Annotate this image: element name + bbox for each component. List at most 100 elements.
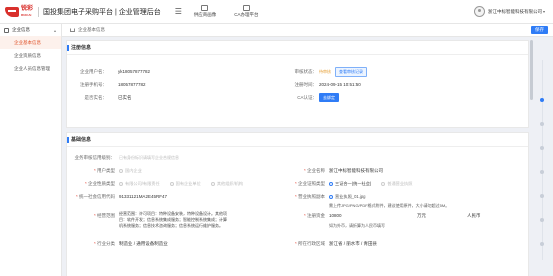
license-option-label: 三证合一(统一社会) bbox=[335, 180, 372, 186]
sidebar-group-label: 企业信息 bbox=[12, 27, 30, 32]
section-title: 基础信息 bbox=[67, 133, 528, 147]
user-name[interactable]: 浙江中标智能科技有限公司 bbox=[488, 9, 542, 15]
sidebar-item-basic-info[interactable]: 企业基本信息 bbox=[0, 36, 61, 49]
role-input[interactable]: 已有身份标识请填写企业合规信息 bbox=[119, 155, 179, 161]
capital-unit: 万元 bbox=[417, 213, 426, 218]
nature-option-1[interactable]: 有限公司/有限责任 bbox=[119, 181, 160, 187]
license-type-option-1[interactable]: 三证合一(统一社会) bbox=[329, 181, 371, 187]
account-value: yk18057877782 bbox=[118, 69, 151, 74]
credit-code-label: 统一社会信用代码 bbox=[79, 193, 115, 199]
bind-ca-button[interactable]: 去绑定 bbox=[319, 93, 339, 102]
breadcrumb: 企业基本信息 保存 bbox=[62, 24, 553, 37]
phone-label: 注册手机号： bbox=[80, 81, 107, 87]
radio-icon bbox=[119, 168, 123, 173]
register-time-label: 注册时间： bbox=[294, 81, 318, 87]
profile-icon bbox=[201, 5, 209, 11]
scrollbar[interactable] bbox=[530, 40, 533, 100]
identity-value: 已实名 bbox=[118, 94, 132, 100]
chevron-up-icon: ▴ bbox=[53, 27, 56, 33]
nav-label: CA办理平台 bbox=[234, 12, 259, 17]
anchor-dot-6[interactable] bbox=[540, 218, 544, 222]
user-type-value: 国内企业 bbox=[125, 167, 142, 173]
anchor-dot-basic[interactable] bbox=[540, 122, 544, 126]
logo-mark-icon bbox=[5, 6, 19, 17]
credit-code-value[interactable]: 91331121MA2E45RF47 bbox=[119, 194, 167, 199]
radio-icon bbox=[169, 181, 174, 186]
user-type-label: 用户类型 bbox=[97, 167, 115, 173]
identity-label: 是否实名： bbox=[84, 94, 108, 100]
nature-option-3[interactable]: 其他组织/机构 bbox=[210, 180, 244, 187]
avatar[interactable] bbox=[473, 6, 485, 17]
chevron-down-icon[interactable]: ▾ bbox=[543, 9, 545, 14]
building-icon bbox=[4, 27, 9, 33]
license-file-link[interactable]: 营业执照_01.jpg bbox=[335, 194, 366, 200]
register-time-value: 2024-09-15 10:51:50 bbox=[319, 82, 361, 87]
system-title: 国投集团电子采购平台 | 企业管理后台 bbox=[38, 6, 161, 17]
license-option-label: 普通营业执照 bbox=[387, 180, 413, 186]
radio-icon bbox=[210, 181, 215, 186]
user-menu[interactable]: 浙江中标智能科技有限公司 ▾ bbox=[473, 6, 545, 17]
radio-icon bbox=[381, 181, 386, 186]
section-title: 注册信息 bbox=[67, 41, 528, 55]
capital-note: 如为外币，请折算为人民币填写 bbox=[329, 223, 385, 228]
certificate-icon bbox=[242, 5, 250, 11]
anchor-rail-line bbox=[541, 60, 543, 260]
region-label: 所在行政区域 bbox=[298, 240, 325, 246]
home-icon[interactable] bbox=[70, 28, 75, 32]
phone-value: 18057877782 bbox=[118, 82, 146, 87]
anchor-dot-4[interactable] bbox=[540, 170, 544, 174]
top-header: 锐彩 RUICAI 国投集团电子采购平台 | 企业管理后台 ☰ 供应商画像 CA… bbox=[0, 0, 553, 24]
nav-ca-platform[interactable]: CA办理平台 bbox=[234, 5, 259, 18]
sidebar-group-enterprise[interactable]: 企业信息 ▴ bbox=[0, 24, 61, 36]
industry-label: 行业分类 bbox=[97, 240, 115, 246]
top-nav: 供应商画像 CA办理平台 bbox=[194, 5, 277, 18]
radio-icon bbox=[119, 181, 123, 186]
view-review-records-button[interactable]: 查看审核记录 bbox=[335, 66, 367, 77]
license-type-label: 企业证照类型 bbox=[298, 180, 325, 186]
nature-option-label: 其他组织/机构 bbox=[216, 180, 244, 186]
anchor-dot-5[interactable] bbox=[540, 194, 544, 198]
nav-label: 供应商画像 bbox=[193, 12, 217, 17]
ca-label: CA认证： bbox=[297, 94, 317, 100]
anchor-dot-7[interactable] bbox=[540, 242, 544, 246]
basic-info-card: 基础信息 业务审核信用级别： 已有身份标识请填写企业合规信息 * 用户类型 国内… bbox=[66, 132, 529, 276]
industry-select[interactable]: 制造业 / 通用设备制造业 bbox=[119, 241, 168, 247]
license-type-option-2[interactable]: 普通营业执照 bbox=[381, 181, 412, 187]
nature-option-2[interactable]: 国有企业单位 bbox=[169, 180, 201, 187]
registered-capital-label: 注册资金 bbox=[307, 213, 325, 218]
review-status-badge: 待审核 bbox=[319, 68, 331, 74]
nature-option-label: 有限公司/有限责任 bbox=[125, 180, 160, 186]
section-anchor-rail bbox=[538, 60, 546, 260]
logo-text: 锐彩 RUICAI bbox=[21, 6, 33, 18]
nature-option-label: 国有企业单位 bbox=[175, 180, 201, 186]
main-content: 注册信息 企业用户名： yk18057877782 审核状态： 待审核 查看审核… bbox=[66, 40, 529, 276]
save-button[interactable]: 保存 bbox=[531, 26, 548, 34]
capital-currency-select[interactable]: 人民币 bbox=[467, 213, 481, 219]
license-file-note: 需上传JPG/PNG/PDF格式附件，建议使用原件，大小请勿超过5M。 bbox=[329, 203, 450, 208]
anchor-dot-3[interactable] bbox=[540, 146, 544, 150]
license-file-label: 营业执照副本 bbox=[298, 193, 325, 199]
business-scope-label: 经营范围 bbox=[97, 213, 115, 218]
user-type-radio[interactable]: 国内企业 bbox=[119, 168, 142, 174]
brand-logo: 锐彩 RUICAI bbox=[5, 6, 33, 18]
logo-name: 锐彩 bbox=[21, 5, 34, 12]
sidebar-item-personnel[interactable]: 企业人员信息管理 bbox=[0, 62, 61, 75]
nav-supplier-profile[interactable]: 供应商画像 bbox=[193, 5, 217, 18]
menu-toggle-icon[interactable]: ☰ bbox=[175, 7, 182, 16]
sidebar-item-qualification[interactable]: 企业资质信息 bbox=[0, 49, 61, 62]
breadcrumb-current: 企业基本信息 bbox=[78, 27, 105, 32]
sidebar: 企业信息 ▴ 企业基本信息 企业资质信息 企业人员信息管理 bbox=[0, 24, 62, 276]
business-scope-textarea[interactable]: 经营范围：许可项目：特种设备安装，特种设备设计。其他项目：软件开发；信息系统集成… bbox=[119, 211, 229, 229]
region-select[interactable]: 浙江省 / 丽水市 / 青田县 bbox=[329, 241, 377, 247]
radio-icon bbox=[329, 194, 333, 199]
anchor-dot-register[interactable] bbox=[540, 98, 544, 102]
registered-capital-input[interactable]: 10800 bbox=[329, 213, 342, 218]
review-status-label: 审核状态： bbox=[294, 68, 318, 74]
company-name-label: 企业名称 bbox=[307, 167, 325, 173]
company-name-value[interactable]: 浙江中标智能科技有限公司 bbox=[329, 168, 383, 174]
radio-icon bbox=[329, 181, 333, 186]
license-file-radio[interactable]: 营业执照_01.jpg bbox=[329, 194, 366, 200]
enterprise-nature-label: 企业性质类型 bbox=[88, 180, 115, 186]
account-label: 企业用户名： bbox=[80, 68, 107, 74]
register-info-card: 注册信息 企业用户名： yk18057877782 审核状态： 待审核 查看审核… bbox=[66, 40, 529, 128]
